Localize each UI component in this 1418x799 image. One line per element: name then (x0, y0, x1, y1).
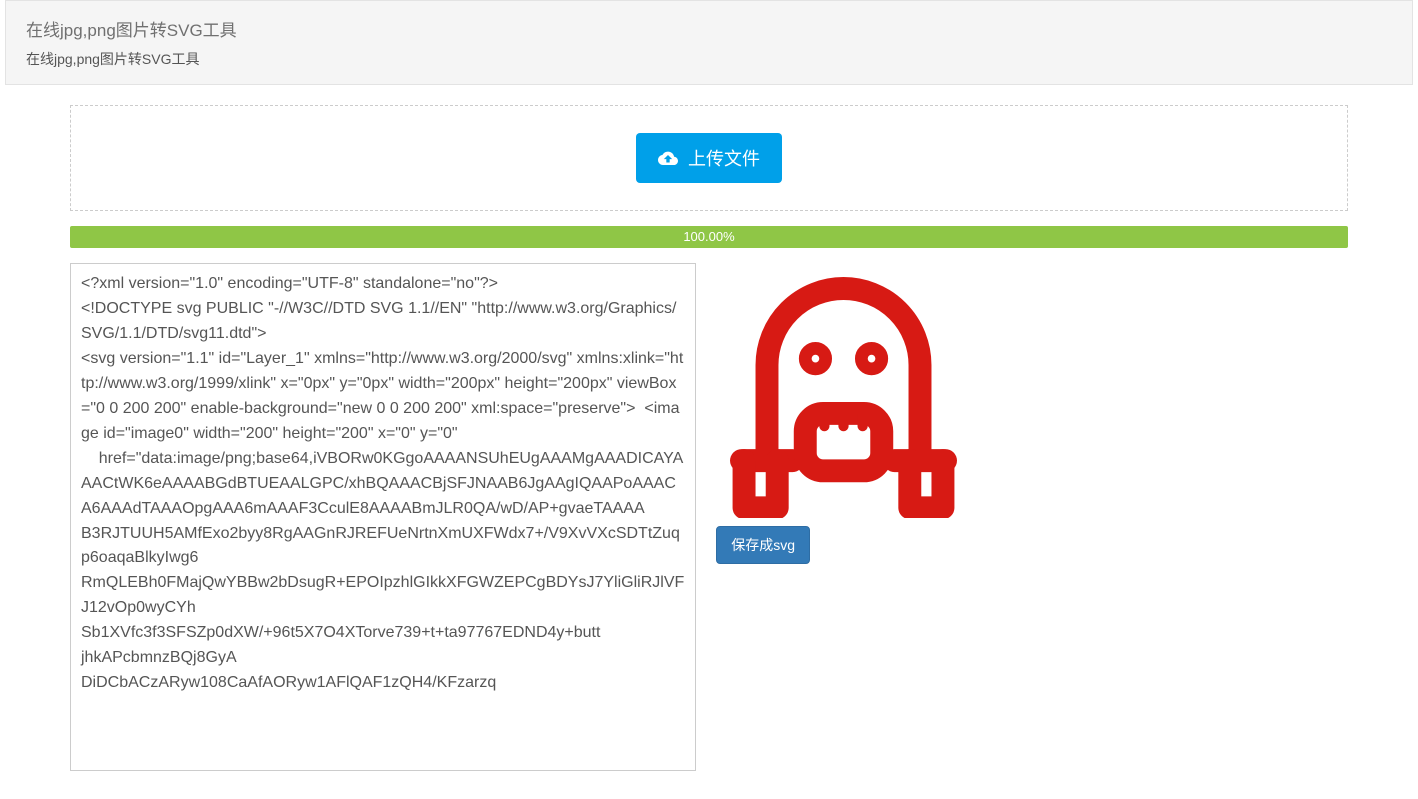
progress-bar: 100.00% (70, 226, 1348, 248)
cloud-upload-icon (658, 150, 678, 166)
save-svg-button[interactable]: 保存成svg (716, 526, 810, 564)
page-title: 在线jpg,png图片转SVG工具 (26, 16, 1392, 41)
progress-text: 100.00% (683, 229, 734, 244)
upload-button[interactable]: 上传文件 (636, 133, 782, 183)
preview-column: 保存成svg (716, 263, 1348, 774)
svg-output-textarea[interactable] (70, 263, 696, 771)
upload-dropzone[interactable]: 上传文件 (70, 105, 1348, 211)
page-subtitle: 在线jpg,png图片转SVG工具 (26, 49, 1392, 69)
upload-button-label: 上传文件 (688, 145, 760, 171)
save-button-label: 保存成svg (731, 537, 795, 553)
header-panel: 在线jpg,png图片转SVG工具 在线jpg,png图片转SVG工具 (5, 0, 1413, 85)
content-row: 保存成svg (70, 263, 1348, 774)
main-container: 上传文件 100.00% (0, 105, 1418, 774)
svg-preview-image (716, 263, 971, 518)
textarea-column (70, 263, 696, 774)
